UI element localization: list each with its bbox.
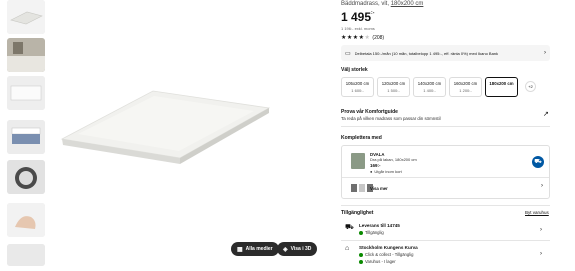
available-dot-icon — [359, 259, 363, 264]
complement-item-desc: Dra på lakan, 180x200 cm — [370, 157, 417, 162]
chevron-right-icon: › — [540, 251, 542, 257]
view-in-3d-button[interactable]: ◈ Visa i 3D — [277, 242, 318, 256]
view-in-3d-label: Visa i 3D — [290, 246, 312, 252]
price-suffix: :- — [371, 10, 375, 16]
in-store-status: Varuhus - I lager — [359, 259, 396, 264]
change-store-link[interactable]: Byt varuhus — [525, 210, 549, 215]
availability-title: Tillgänglighet — [341, 210, 374, 216]
more-sizes-button[interactable]: +2 — [525, 81, 536, 92]
stock-text: Utgår inom kort — [374, 169, 402, 174]
thumbnail-layers — [7, 120, 45, 154]
comfort-guide-title[interactable]: Prova vår Komfortguide — [341, 109, 398, 115]
complement-item-price: 169:- — [370, 163, 381, 168]
delivery-status-text: Tillgänglig — [365, 230, 384, 235]
size-selector: 105x200 cm 1 600:- 120x200 cm 1 500:- 14… — [341, 77, 536, 97]
thumbnail-image[interactable] — [7, 0, 45, 34]
thumbnail-washing-machine — [7, 160, 45, 194]
size-option[interactable]: 140x200 cm 1 400:- — [413, 77, 446, 97]
external-link-icon[interactable]: ↗ — [543, 110, 549, 118]
complement-item-stock: ● Utgår inom kort — [370, 169, 402, 174]
truck-icon: ⛟ — [345, 224, 354, 231]
price-main: 1 495 — [341, 10, 372, 24]
size-option[interactable]: 160x200 cm 1 200:- — [449, 77, 482, 97]
size-option[interactable]: 105x200 cm 1 600:- — [341, 77, 374, 97]
thumb-swatch — [359, 184, 365, 192]
size-label: Välj storlek — [341, 67, 368, 73]
store-title: Stockholm Kungens Kurva — [359, 245, 418, 250]
thumb-swatch — [351, 184, 357, 192]
size-option-label: 180x200 cm — [489, 81, 514, 86]
divider — [341, 126, 550, 127]
stars-icon: ★★★★★ — [341, 35, 371, 41]
size-option-price: 1 400:- — [423, 88, 436, 93]
rating[interactable]: ★★★★★ (208) — [341, 34, 385, 42]
show-more-link[interactable]: Visa mer — [370, 186, 388, 191]
available-dot-icon — [359, 252, 363, 257]
all-media-label: Alla medier — [245, 246, 273, 252]
price-excl-vat: 1 196:- exkl. moms — [341, 26, 375, 31]
mattress-topper-image — [58, 0, 328, 262]
delivery-title: Leverans till 14745 — [359, 223, 400, 228]
product-description: Bäddmadrass, vit, — [341, 1, 390, 7]
thumbnail-bedroom — [7, 38, 45, 72]
thumbnail-topper-closeup — [7, 76, 45, 110]
divider — [341, 240, 550, 241]
divider — [341, 205, 550, 206]
price: 1 495:- — [341, 10, 374, 24]
financing-text: Delbetala 150:-/mån (10 mån, totalbelopp… — [354, 50, 499, 56]
in-store-text: Varuhus - I lager — [365, 259, 396, 264]
rating-count: (208) — [372, 34, 385, 41]
card-icon: ▭ — [345, 50, 351, 57]
sheet-product-image[interactable] — [351, 153, 365, 169]
complement-title: Komplettera med — [341, 135, 382, 141]
divider — [342, 177, 549, 178]
size-option-price: 1 200:- — [459, 88, 472, 93]
size-option-price: 1 500:- — [387, 88, 400, 93]
thumbnail-image[interactable] — [7, 120, 45, 154]
thumbnail-more — [7, 244, 45, 266]
thumbnail-image[interactable] — [7, 203, 45, 237]
main-product-image: ▦ Alla medier ◈ Visa i 3D — [58, 0, 328, 262]
images-icon: ▦ — [237, 246, 243, 253]
size-option-price: 1 600:- — [351, 88, 364, 93]
thumbnail-mattress-topper — [7, 0, 45, 34]
click-collect-status: Click & collect - Tillgänglig — [359, 252, 413, 257]
thumbnail-image[interactable] — [7, 244, 45, 266]
chevron-right-icon: › — [540, 227, 542, 233]
all-media-button[interactable]: ▦ Alla medier — [231, 242, 279, 256]
size-option-label: 105x200 cm — [345, 81, 370, 86]
thumbnail-image[interactable] — [7, 160, 45, 194]
status-dot-icon: ● — [370, 169, 373, 174]
size-option-label: 160x200 cm — [453, 81, 478, 86]
cart-icon: ⛟ — [534, 159, 542, 165]
chevron-right-icon[interactable]: › — [541, 183, 543, 189]
available-dot-icon — [359, 230, 363, 235]
delivery-row[interactable]: ⛟ Leverans till 14745 Tillgänglig › — [341, 221, 550, 241]
delivery-status: Tillgänglig — [359, 230, 384, 235]
product-subtitle: Bäddmadrass, vit, 180x200 cm — [341, 1, 423, 7]
click-collect-text: Click & collect - Tillgänglig — [365, 252, 414, 257]
chevron-right-icon: › — [544, 50, 546, 56]
size-option-selected[interactable]: 180x200 cm — [485, 77, 518, 97]
thumbnail-image[interactable] — [7, 38, 45, 72]
store-icon: ⌂ — [345, 245, 350, 252]
comfort-guide-subtitle: Ta reda på vilken madrass som passar din… — [341, 116, 441, 121]
cube-3d-icon: ◈ — [283, 246, 288, 253]
thumbnail-image[interactable] — [7, 76, 45, 110]
size-option[interactable]: 120x200 cm 1 500:- — [377, 77, 410, 97]
financing-banner[interactable]: ▭ Delbetala 150:-/mån (10 mån, totalbelo… — [341, 45, 550, 61]
size-link[interactable]: 180x200 cm — [391, 1, 424, 7]
store-row[interactable]: ⌂ Stockholm Kungens Kurva Click & collec… — [341, 243, 550, 269]
size-option-label: 120x200 cm — [381, 81, 406, 86]
thumbnail-hand-pressing — [7, 203, 45, 237]
complement-card: DVALA Dra på lakan, 180x200 cm 169:- ● U… — [341, 145, 550, 199]
add-to-cart-button[interactable]: ⛟ — [532, 156, 544, 168]
size-option-label: 140x200 cm — [417, 81, 442, 86]
